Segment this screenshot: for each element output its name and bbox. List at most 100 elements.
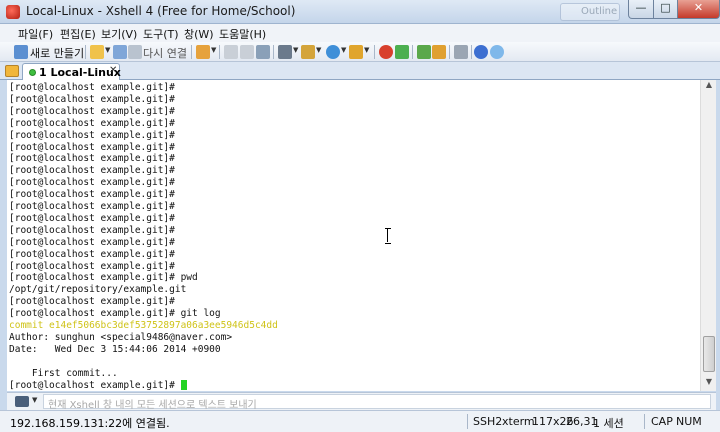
toolbar-separator <box>471 45 472 59</box>
chevron-down-icon[interactable]: ▼ <box>316 46 321 54</box>
reconnect-icon <box>128 45 142 59</box>
chat-icon[interactable] <box>490 45 504 59</box>
print-icon[interactable] <box>278 45 292 59</box>
connection-status: 192.168.159.131:22에 연결됨. <box>10 417 170 430</box>
compose-keyboard-icon[interactable] <box>15 396 29 407</box>
terminal-line: [root@localhost example.git]# <box>9 93 175 105</box>
terminal-line: [root@localhost example.git]# <box>9 82 175 93</box>
reconnect-button[interactable]: 다시 연결 <box>143 45 187 61</box>
new-session-button[interactable]: 새로 만들기 <box>30 45 84 61</box>
copy-icon[interactable] <box>224 45 238 59</box>
toolbar-separator <box>412 45 413 59</box>
terminal-line: [root@localhost example.git]# <box>9 129 175 141</box>
terminal-line: [root@localhost example.git]# <box>9 236 175 248</box>
chevron-down-icon[interactable]: ▼ <box>32 396 37 404</box>
connected-status-icon <box>29 69 36 76</box>
status-separator <box>467 414 468 429</box>
compose-bar: ▼ 현재 Xshell 창 내의 모든 세션으로 텍스트 보내기 <box>7 392 716 411</box>
title-bar: Local-Linux - Xshell 4 (Free for Home/Sc… <box>0 0 720 24</box>
chevron-down-icon[interactable]: ▼ <box>341 46 346 54</box>
terminal-line: [root@localhost example.git]# <box>9 117 175 129</box>
terminal-line: First commit... <box>9 367 118 379</box>
terminal-line: Date: Wed Dec 3 15:44:06 2014 +0900 <box>9 343 221 355</box>
layout-icon[interactable] <box>417 45 431 59</box>
terminal-output[interactable]: [root@localhost example.git]# [root@local… <box>7 80 700 391</box>
terminal-line: [root@localhost example.git]# <box>9 248 175 260</box>
terminal-cursor <box>180 379 187 390</box>
xshell-app-icon[interactable] <box>6 5 20 19</box>
menu-view[interactable]: 보기(V) <box>101 26 137 42</box>
menu-edit[interactable]: 편집(E) <box>60 26 96 42</box>
compose-placeholder: 현재 Xshell 창 내의 모든 세션으로 텍스트 보내기 <box>48 400 257 411</box>
new-session-icon <box>14 45 28 59</box>
properties-icon[interactable] <box>196 45 210 59</box>
paste-icon[interactable] <box>240 45 254 59</box>
link-icon[interactable] <box>113 45 127 59</box>
close-button[interactable]: ✕ <box>677 0 720 19</box>
terminal-line: [root@localhost example.git]# <box>9 201 175 212</box>
menu-window[interactable]: 창(W) <box>184 26 214 42</box>
status-terminal-type: xterm <box>502 415 535 428</box>
session-tab-local-linux[interactable]: 1 Local-Linux ✕ <box>22 63 121 80</box>
chevron-down-icon[interactable]: ▼ <box>293 46 298 54</box>
script-icon[interactable] <box>349 45 363 59</box>
menu-bar: 파일(F) 편집(E) 보기(V) 도구(T) 창(W) 도움말(H) <box>0 24 720 42</box>
scrollbar-thumb[interactable] <box>703 336 715 372</box>
terminal-cursor-line: [root@localhost example.git]# <box>9 379 187 392</box>
terminal-line: [root@localhost example.git]# <box>9 153 175 165</box>
terminal-line: [root@localhost example.git]# <box>9 105 175 117</box>
chevron-down-icon[interactable]: ▼ <box>105 46 110 54</box>
terminal-line: [root@localhost example.git]# <box>9 296 175 308</box>
status-caps-lock: CAP <box>651 415 673 428</box>
toolbar: 새로 만들기 ▼ 다시 연결 ▼ ▼ ▼ ▼ ▼ <box>0 42 720 62</box>
menu-help[interactable]: 도움말(H) <box>219 26 266 42</box>
toolbar-separator <box>374 45 375 59</box>
session-manager-icon[interactable] <box>5 65 19 77</box>
terminal-line: [root@localhost example.git]# <box>9 177 175 189</box>
chevron-down-icon[interactable]: ▼ <box>211 46 216 54</box>
terminal-line: commit e14ef5066bc3def53752897a06a3ee594… <box>9 320 278 331</box>
ibeam-cursor-icon <box>385 228 391 244</box>
menu-file[interactable]: 파일(F) <box>18 26 53 42</box>
status-session-count: 1 세션 <box>593 417 624 430</box>
keyboard-icon[interactable] <box>454 45 468 59</box>
terminal-line: [root@localhost example.git]# <box>9 141 175 153</box>
lock-icon[interactable] <box>432 45 446 59</box>
menu-tools[interactable]: 도구(T) <box>143 26 179 42</box>
terminal-scrollbar[interactable]: ▲ ▼ <box>700 80 716 391</box>
background-window-label: Outline <box>581 6 618 17</box>
status-protocol: SSH2 <box>473 415 503 428</box>
find-icon[interactable] <box>256 45 270 59</box>
xftp-icon[interactable] <box>379 45 393 59</box>
open-folder-icon[interactable] <box>90 45 104 59</box>
terminal-line: [root@localhost example.git]# pwd <box>9 272 198 284</box>
maximize-button[interactable]: □ <box>653 0 678 19</box>
close-icon: ✕ <box>693 1 704 14</box>
status-separator <box>644 414 645 429</box>
chevron-down-icon[interactable]: ▼ <box>364 46 369 54</box>
transfer-icon[interactable] <box>301 45 315 59</box>
minimize-icon: — <box>635 1 647 14</box>
scroll-up-icon[interactable]: ▲ <box>701 80 717 94</box>
toolbar-separator <box>191 45 192 59</box>
scroll-down-icon[interactable]: ▼ <box>701 377 717 391</box>
toolbar-separator <box>449 45 450 59</box>
terminal-line: [root@localhost example.git]# <box>9 224 175 236</box>
tunnel-icon[interactable] <box>395 45 409 59</box>
session-tab-bar: 1 Local-Linux ✕ <box>0 62 720 80</box>
close-tab-icon[interactable]: ✕ <box>109 65 117 76</box>
help-icon[interactable] <box>474 45 488 59</box>
toolbar-separator <box>85 45 86 59</box>
status-num-lock: NUM <box>676 415 702 428</box>
status-bar: 192.168.159.131:22에 연결됨. SSH2 xterm 117x… <box>0 410 720 432</box>
terminal-line: /opt/git/repository/example.git <box>9 284 187 296</box>
terminal-line: [root@localhost example.git]# <box>9 260 175 272</box>
background-window-tab: Outline <box>560 3 620 21</box>
globe-icon[interactable] <box>326 45 340 59</box>
window-title: Local-Linux - Xshell 4 (Free for Home/Sc… <box>26 4 296 18</box>
terminal-line: Author: sunghun <special9486@naver.com> <box>9 331 233 343</box>
maximize-icon: □ <box>660 1 671 14</box>
compose-input[interactable]: 현재 Xshell 창 내의 모든 세션으로 텍스트 보내기 <box>43 394 711 411</box>
minimize-button[interactable]: — <box>628 0 654 19</box>
terminal-line: [root@localhost example.git]# <box>9 189 175 201</box>
